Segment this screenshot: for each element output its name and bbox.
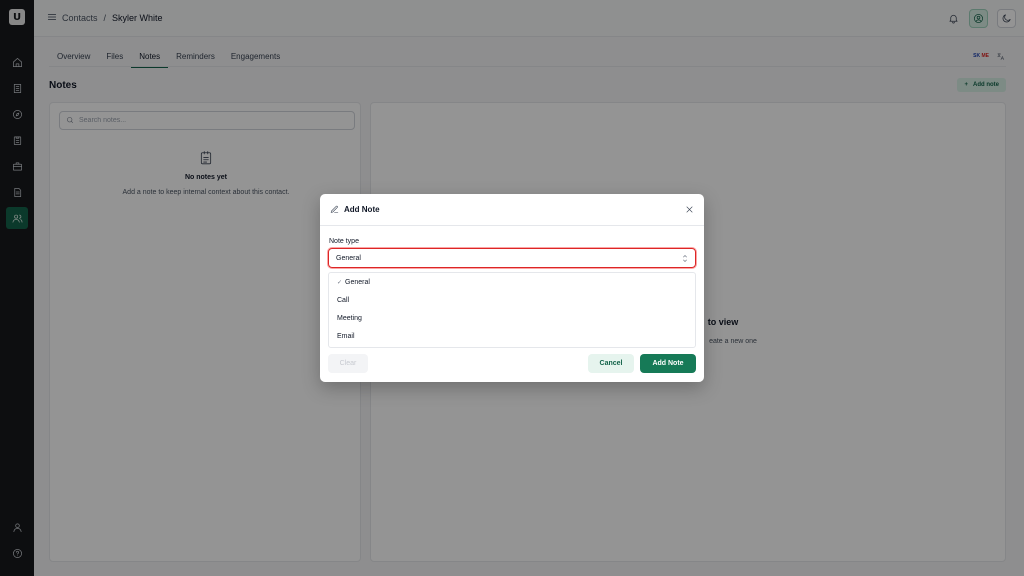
cancel-button[interactable]: Cancel (588, 354, 634, 373)
clear-button[interactable]: Clear (328, 354, 368, 373)
option-label: Email (337, 333, 355, 340)
option-label: Meeting (337, 315, 362, 322)
note-type-value: General (336, 254, 361, 262)
option-meeting[interactable]: Meeting (337, 315, 362, 322)
chevron-up-down-icon (682, 254, 688, 263)
note-type-select[interactable]: General (328, 248, 696, 268)
dialog-header: Add Note (320, 194, 704, 226)
option-label: General (345, 279, 370, 286)
add-note-dialog: Add Note Note type General ✓ General Call… (320, 194, 704, 382)
option-email[interactable]: Email (337, 333, 355, 340)
option-call[interactable]: Call (337, 297, 349, 304)
note-type-label: Note type (329, 238, 359, 245)
option-label: Call (337, 297, 350, 304)
dialog-title: Add Note (344, 205, 380, 214)
edit-icon (330, 205, 339, 214)
option-general[interactable]: ✓ General (337, 279, 370, 286)
submit-add-note-button[interactable]: Add Note (640, 354, 696, 373)
note-type-options: ✓ General Call Meeting Email (328, 272, 696, 348)
close-icon[interactable] (685, 205, 694, 214)
check-icon: ✓ (337, 279, 343, 286)
